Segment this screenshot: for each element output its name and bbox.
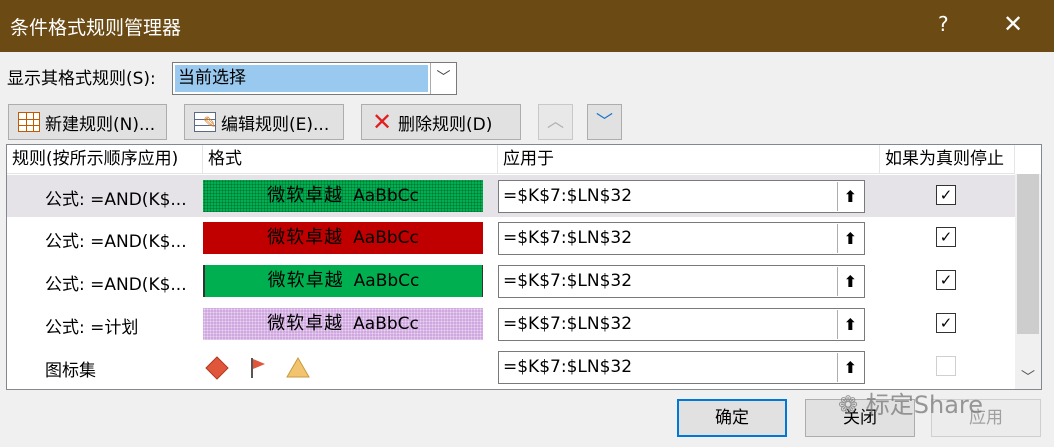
applies-to-field[interactable]: =$K$7:$LN$32 ⬆ [498,308,865,341]
rules-table: 规则(按所示顺序应用) 格式 应用于 如果为真则停止 公式: =AND(K$..… [6,144,1042,390]
stop-if-true-checkbox[interactable]: ✓ [936,185,956,205]
scope-label: 显示其格式规则(S): [7,69,156,89]
range-picker-icon[interactable]: ⬆ [837,224,863,253]
preview-text: 微软卓越 [267,227,344,248]
ok-button[interactable]: 确定 [677,399,787,437]
range-picker-icon[interactable]: ⬆ [837,353,863,382]
watermark: ❁ 标定Share [838,391,984,419]
scope-value: 当前选择 [175,65,428,92]
applies-to-field[interactable]: =$K$7:$LN$32 ⬆ [498,222,865,255]
header-rule[interactable]: 规则(按所示顺序应用) [7,145,203,174]
rule-description: 公式: =计划 [45,318,139,338]
edit-rule-label: 编辑规则(E)... [221,114,330,135]
chevron-down-icon: ﹀ [596,112,613,132]
table-row[interactable]: 公式: =计划 微软卓越 AaBbCc =$K$7:$LN$32 ⬆ ✓ [7,303,1015,345]
applies-to-value: =$K$7:$LN$32 [503,357,633,377]
stop-if-true-checkbox[interactable]: ✓ [936,270,956,290]
help-button[interactable]: ? [938,12,949,36]
rule-description: 图标集 [45,361,96,381]
rule-description: 公式: =AND(K$... [45,232,187,252]
preview-abc: AaBbCc [353,186,419,206]
move-up-button[interactable]: ︿ [538,104,573,140]
close-icon[interactable]: ✕ [1003,10,1023,38]
format-preview: 微软卓越 AaBbCc [203,180,483,212]
applies-to-field[interactable]: =$K$7:$LN$32 ⬆ [498,351,865,384]
applies-to-field[interactable]: =$K$7:$LN$32 ⬆ [498,265,865,298]
preview-abc: AaBbCc [353,314,419,334]
rule-description: 公式: =AND(K$... [45,190,187,210]
preview-text: 微软卓越 [267,270,344,291]
stop-if-true-checkbox[interactable]: ✓ [936,313,956,333]
delete-icon: ✕ [371,108,393,136]
preview-abc: AaBbCc [353,228,419,248]
header-format[interactable]: 格式 [203,145,498,174]
format-preview: 微软卓越 AaBbCc [203,222,483,254]
chevron-down-icon[interactable]: ﹀ [430,63,456,94]
edit-rule-button[interactable]: 编辑规则(E)... [184,104,344,140]
edit-rule-icon [194,112,216,132]
applies-to-field[interactable]: =$K$7:$LN$32 ⬆ [498,180,865,213]
move-down-button[interactable]: ﹀ [587,104,622,140]
scope-dropdown[interactable]: 当前选择 ﹀ [172,62,457,95]
new-rule-icon [18,112,40,132]
red-diamond-icon [205,356,229,380]
delete-rule-button[interactable]: ✕ 删除规则(D) [361,104,521,140]
applies-to-value: =$K$7:$LN$32 [503,314,633,334]
window-title: 条件格式规则管理器 [10,17,182,39]
range-picker-icon[interactable]: ⬆ [837,182,863,211]
applies-to-value: =$K$7:$LN$32 [503,228,633,248]
chevron-down-icon[interactable]: ﹀ [1015,366,1041,389]
watermark-text: 标定Share [865,391,984,419]
header-stop-if-true[interactable]: 如果为真则停止 [880,145,1015,174]
delete-rule-label: 删除规则(D) [398,114,493,135]
red-flag-icon [251,358,265,378]
applies-to-value: =$K$7:$LN$32 [503,186,633,206]
format-preview: 微软卓越 AaBbCc [203,308,483,340]
table-row[interactable]: 公式: =AND(K$... 微软卓越 AaBbCc =$K$7:$LN$32 ⬆… [7,217,1015,259]
preview-text: 微软卓越 [267,313,344,334]
stop-if-true-checkbox[interactable]: ✓ [936,227,956,247]
preview-text: 微软卓越 [267,185,344,206]
yellow-triangle-icon [286,357,310,378]
scrollbar-thumb[interactable] [1017,174,1039,334]
format-preview: 微软卓越 AaBbCc [203,265,483,297]
stop-if-true-checkbox [936,356,956,376]
title-bar: 条件格式规则管理器 ? ✕ [0,0,1054,52]
new-rule-label: 新建规则(N)... [45,114,156,135]
icon-set-preview [205,356,310,380]
vertical-scrollbar[interactable]: ﹀ [1015,174,1041,389]
rule-description: 公式: =AND(K$... [45,275,187,295]
table-row[interactable]: 公式: =AND(K$... 微软卓越 AaBbCc =$K$7:$LN$32 ⬆… [7,260,1015,302]
range-picker-icon[interactable]: ⬆ [837,310,863,339]
new-rule-button[interactable]: 新建规则(N)... [8,104,167,140]
table-row[interactable]: 图标集 =$K$7:$LN$32 ⬆ [7,346,1015,388]
applies-to-value: =$K$7:$LN$32 [503,271,633,291]
table-row[interactable]: 公式: =AND(K$... 微软卓越 AaBbCc =$K$7:$LN$32 ⬆… [7,175,1015,217]
chevron-up-icon: ︿ [547,112,564,132]
header-applies-to[interactable]: 应用于 [498,145,880,174]
preview-abc: AaBbCc [353,271,420,291]
range-picker-icon[interactable]: ⬆ [837,267,863,296]
